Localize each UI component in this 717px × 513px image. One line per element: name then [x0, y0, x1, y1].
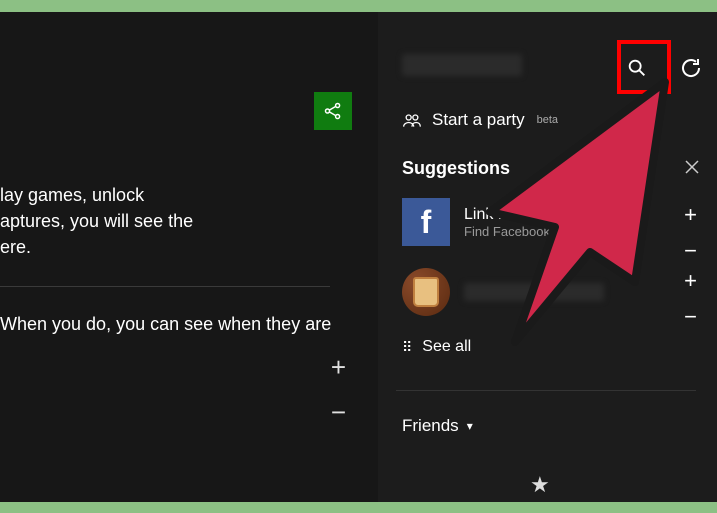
star-icon: ★ — [530, 472, 550, 498]
avatar — [402, 268, 450, 316]
beta-badge: beta — [537, 114, 558, 126]
plus-button[interactable]: + — [331, 352, 346, 383]
close-suggestions-button[interactable] — [685, 160, 699, 174]
start-party-button[interactable]: Start a party beta — [402, 110, 558, 130]
left-add-remove-group: + − — [331, 352, 346, 428]
minus-button[interactable]: − — [331, 397, 346, 428]
right-panel: Start a party beta Suggestions f Link Fa… — [378, 12, 717, 502]
add-friend-button[interactable]: + — [684, 202, 697, 228]
facebook-icon: f — [402, 198, 450, 246]
close-icon — [685, 160, 699, 174]
add-friend-button[interactable]: + — [684, 268, 697, 294]
see-all-label: See all — [422, 338, 471, 356]
facebook-link-subtitle: Find Facebook friends — [464, 224, 629, 239]
suggestion-user-row[interactable] — [402, 268, 604, 316]
xbox-app-window: lay games, unlock aptures, you will see … — [0, 12, 717, 502]
grid-icon: ⠿ — [402, 339, 410, 356]
refresh-button[interactable] — [677, 54, 705, 82]
party-icon — [402, 112, 422, 128]
see-all-button[interactable]: ⠿ See all — [402, 338, 471, 356]
suggestion-2-controls: + − — [684, 268, 697, 330]
suggestions-header: Suggestions — [402, 158, 510, 179]
divider — [0, 286, 330, 287]
dismiss-friend-button[interactable]: − — [684, 238, 697, 264]
friends-hint-text: When you do, you can see when they are — [0, 314, 331, 335]
left-panel: lay games, unlock aptures, you will see … — [0, 12, 378, 502]
share-tile-button[interactable] — [314, 92, 352, 130]
suggestion-facebook-row[interactable]: f Link Facebook account Find Facebook fr… — [402, 198, 629, 246]
suggestion-1-controls: + − — [684, 202, 697, 264]
suggested-gamertag — [464, 283, 604, 301]
refresh-icon — [679, 56, 703, 80]
divider — [396, 390, 696, 391]
facebook-link-title: Link Facebook account — [464, 206, 629, 224]
facebook-link-text: Link Facebook account Find Facebook frie… — [464, 206, 629, 239]
gamertag-text — [402, 54, 522, 76]
chevron-down-icon: ▾ — [467, 419, 473, 433]
dismiss-friend-button[interactable]: − — [684, 304, 697, 330]
friends-section-toggle[interactable]: Friends ▾ — [402, 416, 473, 436]
start-party-label: Start a party — [432, 110, 525, 130]
share-icon — [322, 100, 344, 122]
activity-empty-text: lay games, unlock aptures, you will see … — [0, 182, 193, 260]
tutorial-highlight-box — [617, 40, 671, 94]
friends-header-label: Friends — [402, 416, 459, 436]
